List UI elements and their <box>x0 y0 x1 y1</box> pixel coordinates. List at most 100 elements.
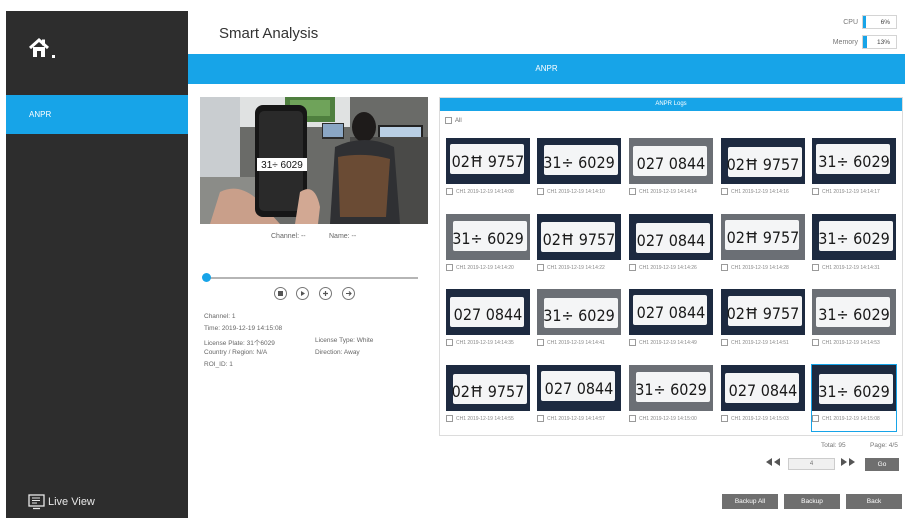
plate-thumbnail[interactable]: 02Ħ 9757 <box>721 289 805 335</box>
log-item-caption: CH1 2019-12-19 14:14:49 <box>639 339 697 346</box>
plate-thumbnail[interactable]: 02Ħ 9757 <box>446 365 530 411</box>
log-item[interactable]: 02Ħ 9757 CH1 2019-12-19 14:14:16 <box>721 138 807 206</box>
log-item[interactable]: 31÷ 6029 CH1 2019-12-19 14:14:41 <box>537 289 623 357</box>
back-button[interactable]: Back <box>846 494 902 509</box>
plate-thumbnail[interactable]: 31÷ 6029 <box>812 365 896 411</box>
log-item[interactable]: 027 0844 CH1 2019-12-19 14:14:57 <box>537 365 623 433</box>
log-item-checkbox[interactable] <box>446 264 453 271</box>
playback-slider[interactable] <box>202 273 418 282</box>
plate-thumbnail[interactable]: 027 0844 <box>629 289 713 335</box>
log-item-caption: CH1 2019-12-19 14:14:51 <box>731 339 789 346</box>
plate-thumbnail[interactable]: 31÷ 6029 <box>537 289 621 335</box>
log-item-checkbox[interactable] <box>537 339 544 346</box>
plate-number: 02Ħ 9757 <box>452 152 525 171</box>
log-item-caption: CH1 2019-12-19 14:14:28 <box>731 264 789 271</box>
plate-thumbnail[interactable]: 31÷ 6029 <box>812 138 896 184</box>
video-plate-text: 31÷ 6029 <box>261 160 303 171</box>
memory-bar: 13% <box>862 35 897 49</box>
log-item[interactable]: 31÷ 6029 CH1 2019-12-19 14:14:17 <box>812 138 898 206</box>
log-item[interactable]: 31÷ 6029 CH1 2019-12-19 14:14:10 <box>537 138 623 206</box>
log-item-checkbox[interactable] <box>446 188 453 195</box>
log-item-caption: CH1 2019-12-19 14:15:00 <box>639 415 697 422</box>
plate-thumbnail[interactable]: 027 0844 <box>629 138 713 184</box>
plate-thumbnail[interactable]: 02Ħ 9757 <box>721 214 805 260</box>
select-all-checkbox[interactable] <box>445 117 452 124</box>
log-item-checkbox[interactable] <box>537 415 544 422</box>
log-item-checkbox[interactable] <box>629 264 636 271</box>
log-item[interactable]: 02Ħ 9757 CH1 2019-12-19 14:14:28 <box>721 214 807 282</box>
plate-thumbnail[interactable]: 31÷ 6029 <box>629 365 713 411</box>
select-all[interactable]: All <box>445 117 462 124</box>
log-item-checkbox[interactable] <box>812 415 819 422</box>
go-button[interactable]: Go <box>865 458 899 471</box>
plate-thumbnail[interactable]: 31÷ 6029 <box>812 214 896 260</box>
monitor-icon <box>28 494 45 510</box>
log-item-checkbox[interactable] <box>446 415 453 422</box>
log-item-checkbox[interactable] <box>721 339 728 346</box>
log-item[interactable]: 027 0844 CH1 2019-12-19 14:14:14 <box>629 138 715 206</box>
log-item-meta: CH1 2019-12-19 14:14:55 <box>446 415 514 422</box>
play-button[interactable] <box>296 287 309 300</box>
cpu-meter: CPU 6% <box>820 15 897 29</box>
plate-thumbnail[interactable]: 02Ħ 9757 <box>446 138 530 184</box>
log-item[interactable]: 027 0844 CH1 2019-12-19 14:14:35 <box>446 289 532 357</box>
log-item-checkbox[interactable] <box>812 188 819 195</box>
sidebar-item-anpr[interactable]: ANPR <box>6 95 188 134</box>
video-player[interactable]: 31÷ 6029 <box>200 97 428 224</box>
log-item-caption: CH1 2019-12-19 14:14:35 <box>456 339 514 346</box>
backup-all-button[interactable]: Backup All <box>722 494 778 509</box>
log-item[interactable]: 31÷ 6029 CH1 2019-12-19 14:14:31 <box>812 214 898 282</box>
stop-icon <box>278 291 283 296</box>
plate-thumbnail[interactable]: 027 0844 <box>446 289 530 335</box>
log-item-checkbox[interactable] <box>812 339 819 346</box>
log-item-meta: CH1 2019-12-19 14:14:51 <box>721 339 789 346</box>
live-view-button[interactable]: Live View <box>28 492 95 512</box>
plate-thumbnail[interactable]: 31÷ 6029 <box>537 138 621 184</box>
log-item-checkbox[interactable] <box>629 415 636 422</box>
plate-thumbnail[interactable]: 02Ħ 9757 <box>537 214 621 260</box>
plate-thumbnail[interactable]: 31÷ 6029 <box>812 289 896 335</box>
backup-button[interactable]: Backup <box>784 494 840 509</box>
first-page-button[interactable] <box>763 457 785 467</box>
page-title: Smart Analysis <box>219 25 319 42</box>
log-item-checkbox[interactable] <box>721 415 728 422</box>
last-page-button[interactable] <box>838 457 860 467</box>
plate-number: 31÷ 6029 <box>818 152 890 171</box>
stop-button[interactable] <box>274 287 287 300</box>
log-item-caption: CH1 2019-12-19 14:15:08 <box>822 415 880 422</box>
log-item-checkbox[interactable] <box>537 264 544 271</box>
log-item[interactable]: 02Ħ 9757 CH1 2019-12-19 14:14:51 <box>721 289 807 357</box>
total-count: Total: 95 <box>821 442 846 449</box>
log-item-checkbox[interactable] <box>721 188 728 195</box>
zoom-in-button[interactable] <box>319 287 332 300</box>
log-item-checkbox[interactable] <box>537 188 544 195</box>
log-item-caption: CH1 2019-12-19 14:14:41 <box>547 339 605 346</box>
next-button[interactable] <box>342 287 355 300</box>
plate-thumbnail[interactable]: 02Ħ 9757 <box>721 138 805 184</box>
log-item-checkbox[interactable] <box>446 339 453 346</box>
log-item[interactable]: 31÷ 6029 CH1 2019-12-19 14:15:08 <box>811 364 897 432</box>
playback-slider-knob[interactable] <box>202 273 211 282</box>
log-item[interactable]: 027 0844 CH1 2019-12-19 14:14:49 <box>629 289 715 357</box>
log-item[interactable]: 02Ħ 9757 CH1 2019-12-19 14:14:22 <box>537 214 623 282</box>
log-item[interactable]: 31÷ 6029 CH1 2019-12-19 14:14:20 <box>446 214 532 282</box>
sidebar-item-label: ANPR <box>29 110 52 119</box>
plate-thumbnail[interactable]: 027 0844 <box>721 365 805 411</box>
home-button[interactable] <box>28 37 58 61</box>
log-item-meta: CH1 2019-12-19 14:14:22 <box>537 264 605 271</box>
log-item-checkbox[interactable] <box>629 188 636 195</box>
log-item-checkbox[interactable] <box>721 264 728 271</box>
log-item[interactable]: 027 0844 CH1 2019-12-19 14:15:03 <box>721 365 807 433</box>
plate-number: 31÷ 6029 <box>818 305 890 324</box>
plate-thumbnail[interactable]: 31÷ 6029 <box>446 214 530 260</box>
log-item[interactable]: 02Ħ 9757 CH1 2019-12-19 14:14:08 <box>446 138 532 206</box>
page-number-input[interactable]: 4 <box>788 458 835 470</box>
plate-thumbnail[interactable]: 027 0844 <box>537 365 621 411</box>
log-item[interactable]: 02Ħ 9757 CH1 2019-12-19 14:14:55 <box>446 365 532 433</box>
log-item[interactable]: 027 0844 CH1 2019-12-19 14:14:26 <box>629 214 715 282</box>
log-item[interactable]: 31÷ 6029 CH1 2019-12-19 14:14:53 <box>812 289 898 357</box>
plate-thumbnail[interactable]: 027 0844 <box>629 214 713 260</box>
log-item-checkbox[interactable] <box>629 339 636 346</box>
log-item-checkbox[interactable] <box>812 264 819 271</box>
log-item[interactable]: 31÷ 6029 CH1 2019-12-19 14:15:00 <box>629 365 715 433</box>
